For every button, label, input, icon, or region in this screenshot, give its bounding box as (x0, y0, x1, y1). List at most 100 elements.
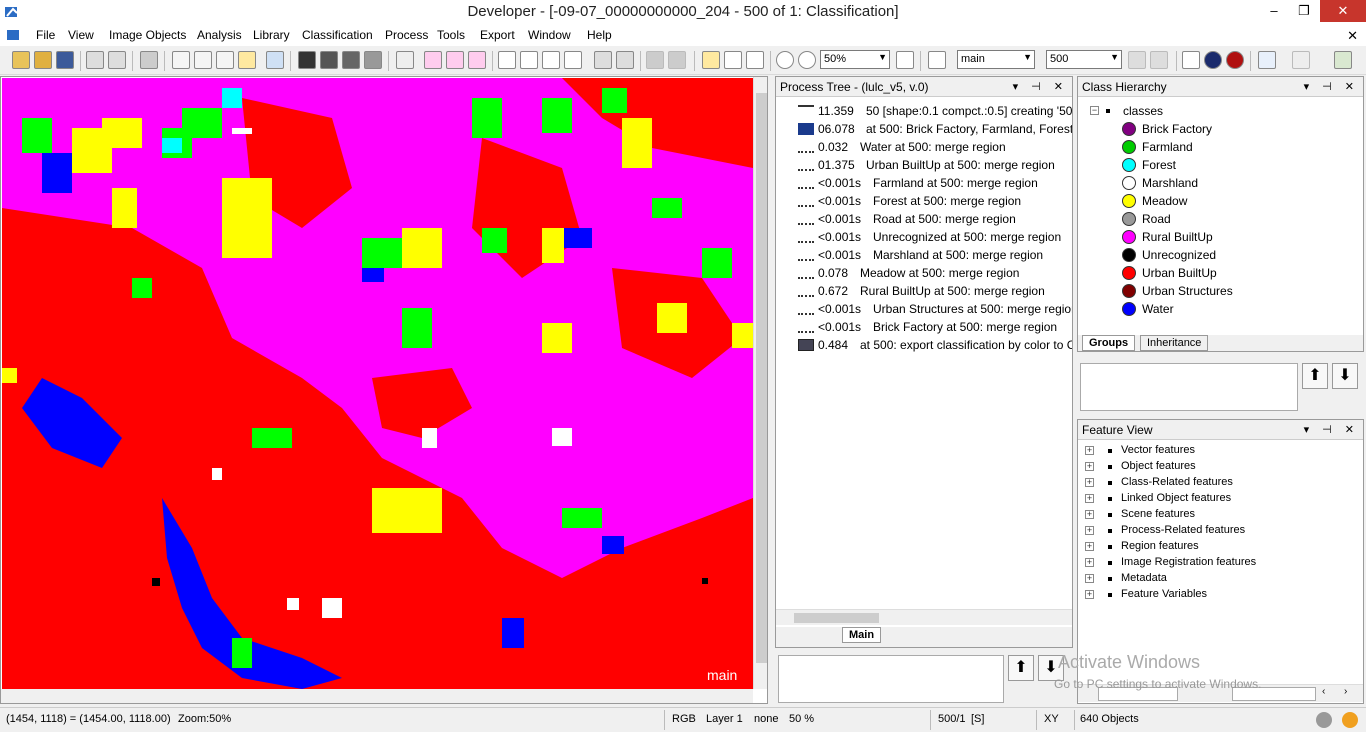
pixel-view-icon[interactable] (424, 51, 442, 69)
menu-help[interactable]: Help (587, 28, 612, 42)
mdi-icon[interactable] (6, 27, 22, 43)
zoom-out-icon[interactable] (776, 51, 794, 69)
polygons-icon[interactable] (342, 51, 360, 69)
horizontal-scrollbar[interactable] (1, 689, 753, 703)
classification-view-icon[interactable] (468, 51, 486, 69)
expand-icon[interactable]: + (1085, 558, 1094, 567)
zoom-in-icon[interactable] (798, 51, 816, 69)
level-up-icon[interactable] (1150, 51, 1168, 69)
side-by-side-icon[interactable] (616, 51, 634, 69)
scroll-thumb[interactable] (756, 93, 767, 663)
open-workspace-icon[interactable] (108, 51, 126, 69)
split-none-icon[interactable] (498, 51, 516, 69)
scroll-thumb[interactable] (794, 613, 879, 623)
tab-main[interactable]: Main (842, 627, 882, 643)
delete-level-icon[interactable] (928, 51, 946, 69)
process-tree[interactable]: 11.359 50 [shape:0.1 compct.:0.5] creatin… (776, 101, 1072, 615)
class-item[interactable]: Farmland (1080, 138, 1360, 156)
help-icon[interactable] (1226, 51, 1244, 69)
process-info-box[interactable] (778, 655, 1004, 703)
close-button[interactable]: ✕ (1320, 0, 1366, 22)
horizontal-scrollbar[interactable] (776, 609, 1072, 625)
image-view[interactable]: main (0, 76, 768, 704)
menu-tools[interactable]: Tools (437, 28, 465, 42)
sample-icon[interactable] (238, 51, 256, 69)
undo-icon[interactable] (1258, 51, 1276, 69)
maximize-button[interactable]: ❐ (1288, 0, 1320, 22)
class-item[interactable]: Urban Structures (1080, 282, 1360, 300)
view-layer-icon[interactable] (172, 51, 190, 69)
expand-icon[interactable]: + (1085, 494, 1094, 503)
scroll-left-icon[interactable]: ‹ (1322, 686, 1325, 697)
class-item[interactable]: Marshland (1080, 174, 1360, 192)
feature-tree[interactable]: + Vector features + Object features + Class… (1078, 442, 1363, 682)
tab-groups[interactable]: Groups (1082, 335, 1136, 351)
split-four-icon[interactable] (564, 51, 582, 69)
class-item[interactable]: Road (1080, 210, 1360, 228)
panel-controls[interactable]: ▾ ⊣ ✕ (1304, 80, 1359, 93)
import-icon[interactable] (140, 51, 158, 69)
compare-icon[interactable] (1334, 51, 1352, 69)
image-objects-icon[interactable] (320, 51, 338, 69)
class-item[interactable]: Unrecognized (1080, 246, 1360, 264)
minimize-button[interactable]: – (1258, 0, 1290, 22)
class-info-box[interactable] (1080, 363, 1298, 411)
menu-library[interactable]: Library (253, 28, 290, 42)
panel-controls[interactable]: ▾ ⊣ ✕ (1013, 80, 1068, 93)
open-project-icon[interactable] (34, 51, 52, 69)
class-item[interactable]: Urban BuiltUp (1080, 264, 1360, 282)
split-horizontal-icon[interactable] (542, 51, 560, 69)
class-item[interactable]: Meadow (1080, 192, 1360, 210)
skeleton-icon[interactable] (364, 51, 382, 69)
level-down-icon[interactable] (1128, 51, 1146, 69)
status-light-icon[interactable] (1342, 712, 1358, 728)
vertical-scrollbar[interactable] (753, 77, 767, 689)
menu-window[interactable]: Window (528, 28, 571, 42)
view-classification-icon[interactable] (216, 51, 234, 69)
class-item[interactable]: Forest (1080, 156, 1360, 174)
classification-map[interactable] (2, 78, 753, 689)
zoom-area-icon[interactable] (746, 51, 764, 69)
class-tree[interactable]: − classes Brick Factory Farmland Forest M… (1080, 101, 1363, 335)
expand-icon[interactable]: + (1085, 590, 1094, 599)
pan-hand-icon[interactable] (724, 51, 742, 69)
mdi-close-button[interactable]: ✕ (1347, 28, 1358, 44)
map-select[interactable]: main ▼ (957, 50, 1035, 69)
menu-analysis[interactable]: Analysis (197, 28, 242, 42)
class-down-button[interactable]: ⬇ (1332, 363, 1358, 389)
save-project-icon[interactable] (56, 51, 74, 69)
menu-classification[interactable]: Classification (302, 28, 373, 42)
level-select[interactable]: 500 ▼ (1046, 50, 1122, 69)
redo-icon[interactable] (1292, 51, 1310, 69)
link-views-icon[interactable] (594, 51, 612, 69)
outline-icon[interactable] (396, 51, 414, 69)
new-workspace-icon[interactable] (86, 51, 104, 69)
menu-export[interactable]: Export (480, 28, 515, 42)
expand-icon[interactable]: + (1085, 542, 1094, 551)
info-icon[interactable] (1204, 51, 1222, 69)
class-item[interactable]: Rural BuiltUp (1080, 228, 1360, 246)
tab-inheritance[interactable]: Inheritance (1140, 335, 1209, 351)
expand-icon[interactable]: + (1085, 446, 1094, 455)
feature-group[interactable]: + Feature Variables (1078, 586, 1358, 604)
globe-icon[interactable] (266, 51, 284, 69)
menu-process[interactable]: Process (385, 28, 428, 42)
expand-icon[interactable]: + (1085, 462, 1094, 471)
record-icon[interactable] (1316, 712, 1332, 728)
expand-icon[interactable]: + (1085, 478, 1094, 487)
menu-file[interactable]: File (36, 28, 55, 42)
class-item[interactable]: Water (1080, 300, 1360, 318)
new-project-icon[interactable] (12, 51, 30, 69)
collapse-icon[interactable]: − (1090, 106, 1099, 115)
zoom-select[interactable]: 50% ▼ (820, 50, 890, 69)
class-root[interactable]: − classes (1080, 102, 1360, 120)
arrow-up-button[interactable]: ⬆ (1008, 655, 1034, 681)
class-item[interactable]: Brick Factory (1080, 120, 1360, 138)
view-objects-icon[interactable] (194, 51, 212, 69)
pointer-icon[interactable] (702, 51, 720, 69)
class-up-button[interactable]: ⬆ (1302, 363, 1328, 389)
panel-controls[interactable]: ▾ ⊣ ✕ (1304, 423, 1359, 436)
window-icon[interactable] (1182, 51, 1200, 69)
expand-icon[interactable]: + (1085, 510, 1094, 519)
layer-mix-icon[interactable] (298, 51, 316, 69)
